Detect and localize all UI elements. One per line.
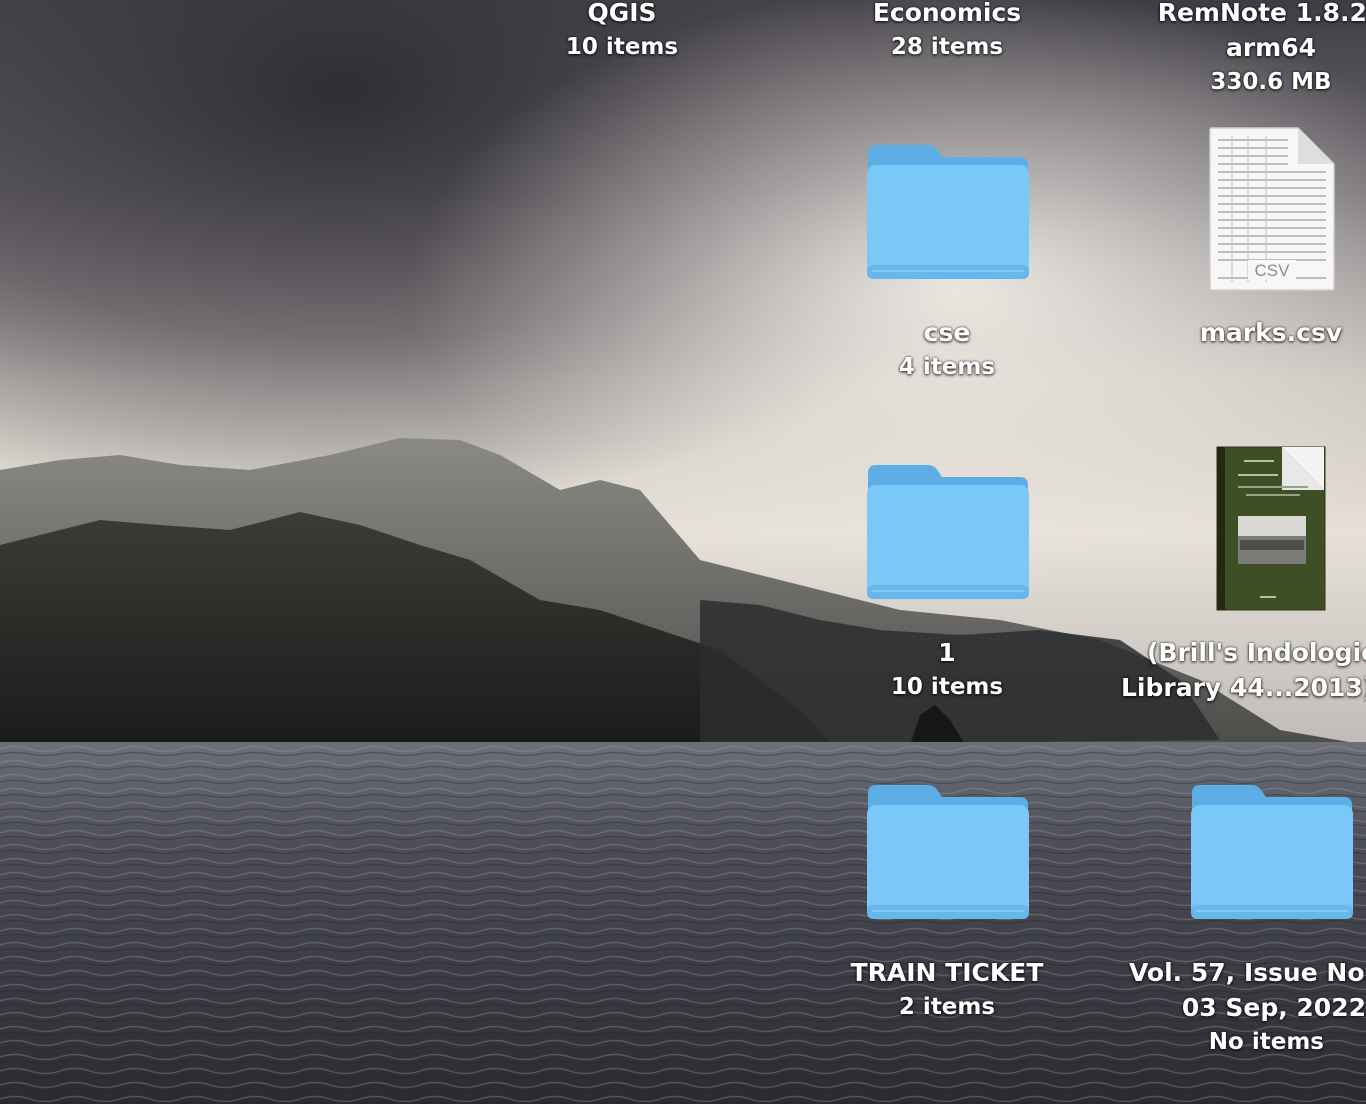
item-name-line2: arm64 bbox=[1225, 33, 1317, 62]
item-name: cse bbox=[923, 318, 971, 347]
folder-icon[interactable] bbox=[866, 143, 1030, 281]
item-detail: 4 items bbox=[898, 354, 996, 380]
item-name: TRAIN TICKET bbox=[850, 958, 1044, 987]
item-name-line1: (Brill's Indologic bbox=[1147, 638, 1366, 667]
desktop-item-train-ticket[interactable]: TRAIN TICKET 2 items bbox=[828, 955, 1066, 1025]
item-detail: 10 items bbox=[890, 674, 1004, 700]
folder-icon[interactable] bbox=[1190, 783, 1354, 921]
item-name-line2: Library 44...2013) bbox=[1121, 673, 1366, 702]
item-name: 1 bbox=[938, 638, 956, 667]
pdf-book-icon[interactable] bbox=[1216, 446, 1328, 612]
desktop-item-vol57[interactable]: Vol. 57, Issue No. 03 Sep, 2022 No items bbox=[1120, 955, 1366, 1060]
folder-icon[interactable] bbox=[866, 783, 1030, 921]
item-detail: 10 items bbox=[565, 34, 679, 60]
item-name-line2: 03 Sep, 2022 bbox=[1181, 993, 1366, 1022]
item-name: marks.csv bbox=[1199, 318, 1343, 347]
item-detail: 2 items bbox=[898, 994, 996, 1020]
csv-badge: CSV bbox=[1255, 261, 1291, 280]
csv-file-icon[interactable]: CSV bbox=[1208, 126, 1336, 292]
item-detail: 330.6 MB bbox=[1210, 69, 1332, 95]
item-name-line1: Vol. 57, Issue No. bbox=[1128, 958, 1366, 987]
item-name: QGIS bbox=[587, 0, 657, 27]
folder-icon[interactable] bbox=[866, 463, 1030, 601]
item-detail: No items bbox=[1208, 1029, 1324, 1055]
desktop-item-cse[interactable]: cse 4 items bbox=[845, 315, 1049, 385]
desktop-item-qgis[interactable]: QGIS 10 items bbox=[520, 0, 724, 65]
desktop-item-brill[interactable]: (Brill's Indologic Library 44...2013) bbox=[1115, 635, 1366, 705]
item-name: Economics bbox=[872, 0, 1022, 27]
desktop-item-folder-1[interactable]: 1 10 items bbox=[845, 635, 1049, 705]
desktop-wallpaper bbox=[0, 0, 1366, 1104]
item-detail: 28 items bbox=[890, 34, 1004, 60]
desktop-item-marks-csv[interactable]: marks.csv bbox=[1150, 315, 1366, 350]
item-name-line1: RemNote 1.8.20 bbox=[1157, 0, 1366, 27]
desktop-item-economics[interactable]: Economics 28 items bbox=[845, 0, 1049, 65]
desktop-item-remnote[interactable]: RemNote 1.8.20 arm64 330.6 MB bbox=[1130, 0, 1366, 100]
